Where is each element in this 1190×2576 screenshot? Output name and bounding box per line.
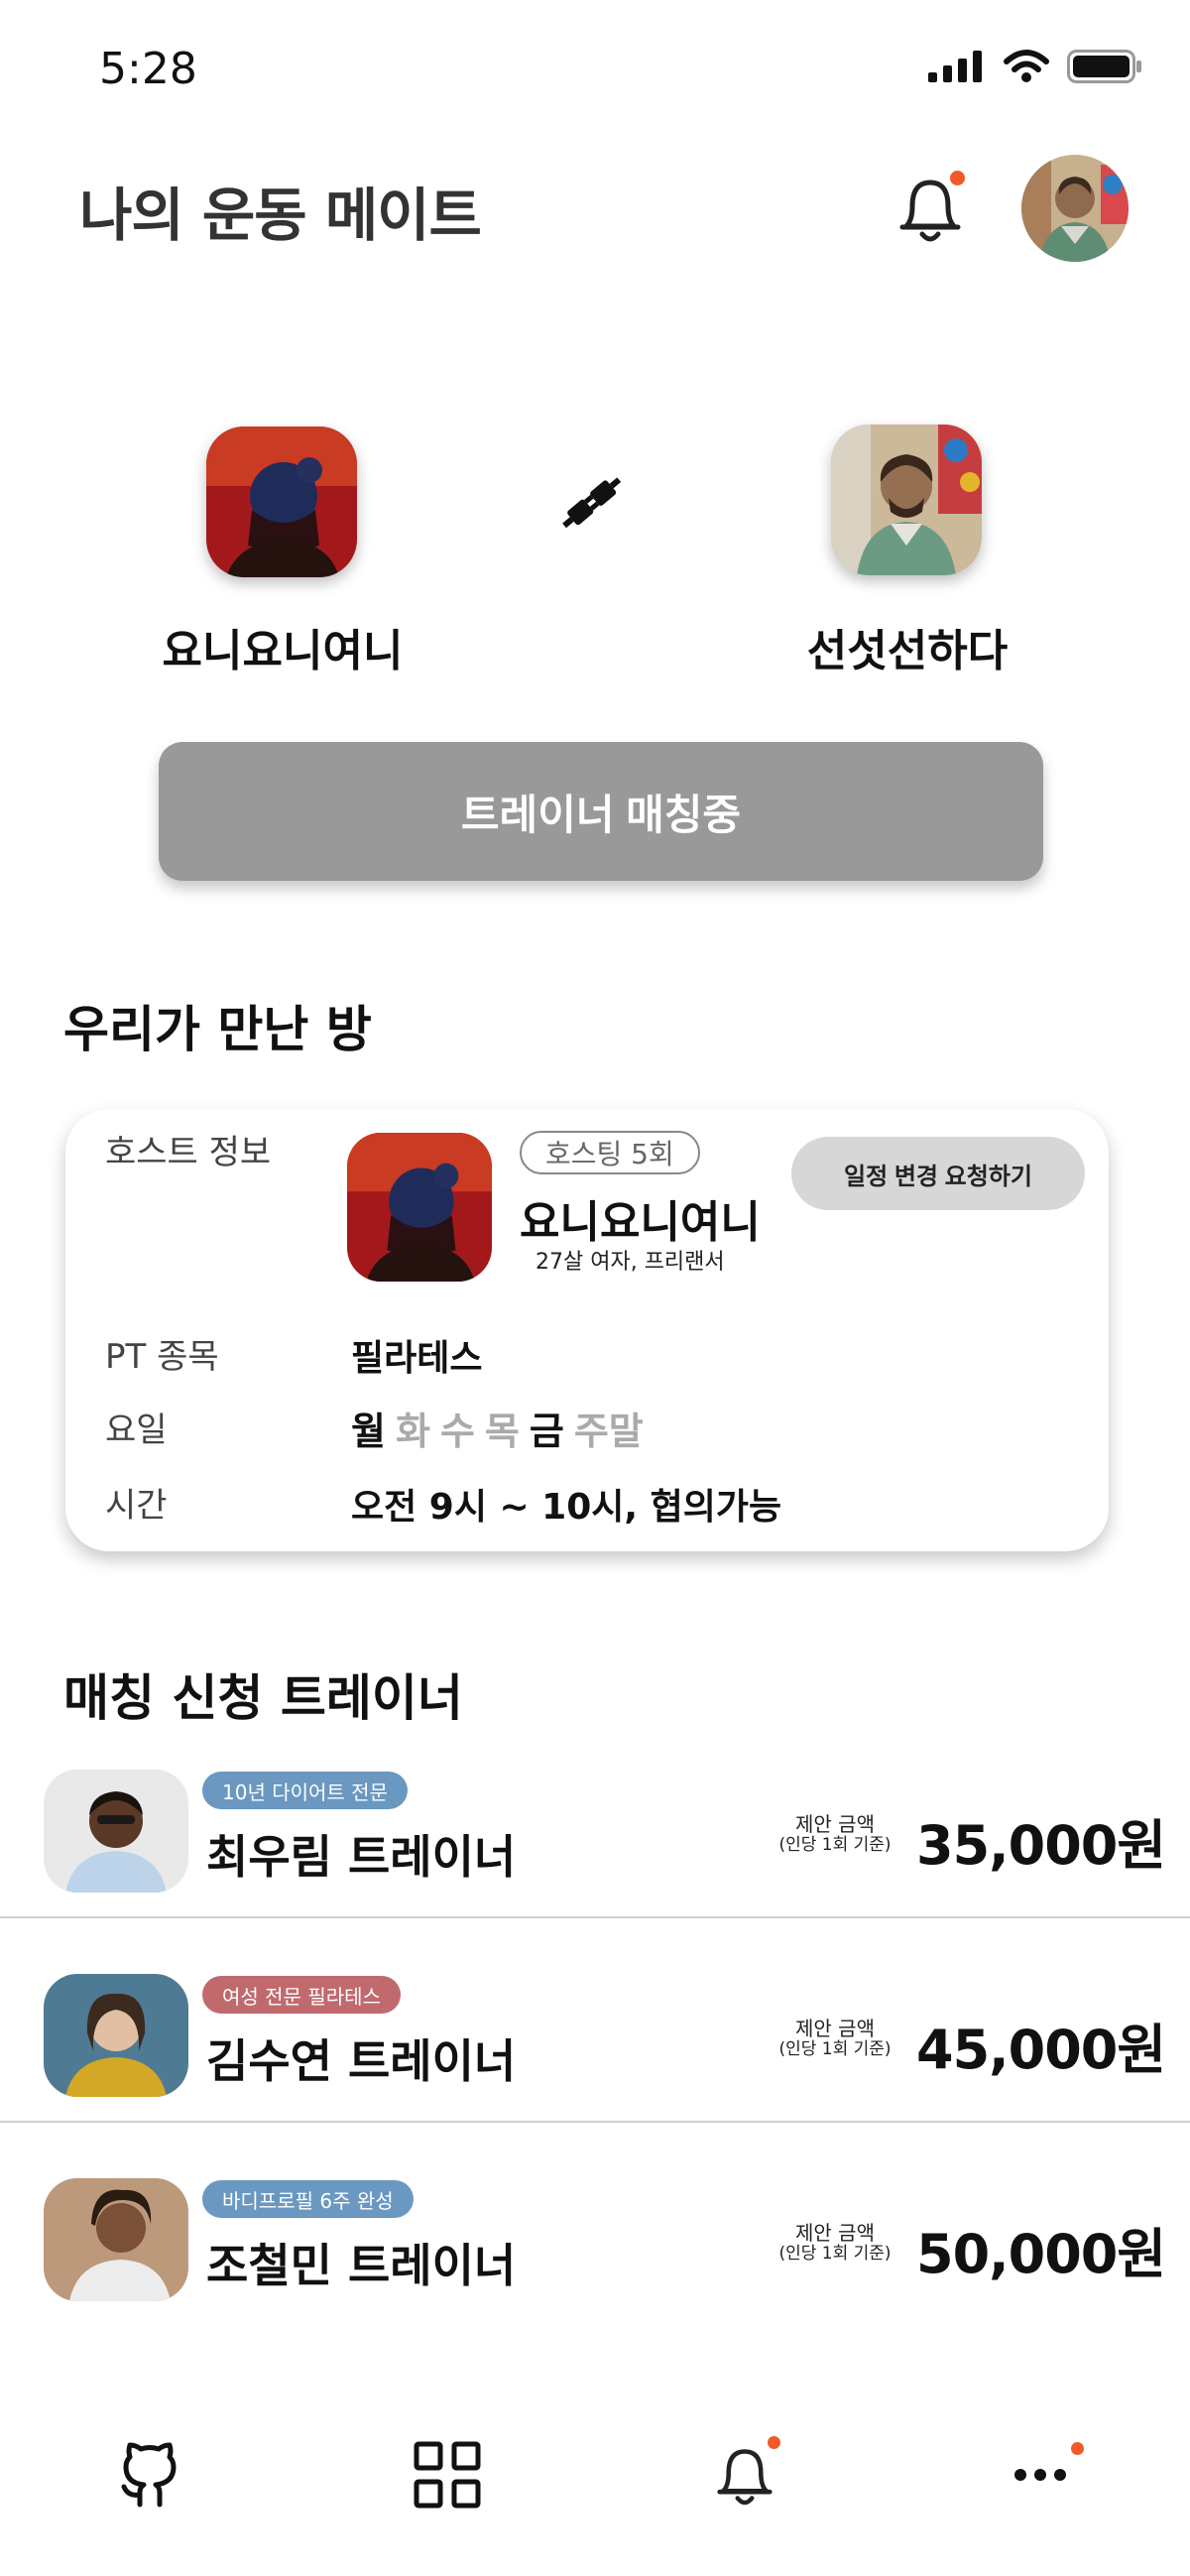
nav-grid[interactable] bbox=[403, 2430, 492, 2519]
notification-dot bbox=[768, 2436, 780, 2449]
day-list: 월 화 수 목 금 주말 bbox=[351, 1401, 654, 1455]
connect-plug-icon bbox=[555, 466, 627, 538]
pt-type-value: 필라테스 bbox=[351, 1338, 483, 1379]
notification-dot bbox=[950, 171, 965, 185]
trainer-name: 조철민 트레이너 bbox=[206, 2239, 517, 2292]
offer-label-text: 제안 금액 bbox=[795, 1812, 875, 1836]
host-details: 27살 여자, 프리랜서 bbox=[536, 1250, 725, 1275]
notification-dot bbox=[1071, 2442, 1084, 2455]
day-wed: 수 bbox=[439, 1410, 475, 1453]
day-label: 요일 bbox=[105, 1411, 168, 1450]
notification-button[interactable] bbox=[892, 167, 968, 250]
left-user-name: 요니요니여니 bbox=[162, 626, 404, 676]
trainer-photo bbox=[44, 1770, 188, 1893]
more-icon bbox=[1014, 2469, 1066, 2481]
battery-icon bbox=[1067, 50, 1141, 83]
offer-label: 제안 금액 (인당 1회 기준) bbox=[774, 2222, 896, 2265]
host-name: 요니요니여니 bbox=[520, 1197, 761, 1248]
trainer-price: 50,000원 bbox=[916, 2223, 1166, 2285]
status-time: 5:28 bbox=[99, 44, 197, 94]
trainer-photo bbox=[44, 1974, 188, 2097]
offer-note-text: (인당 1회 기준) bbox=[778, 1835, 892, 1855]
day-thu: 목 bbox=[484, 1410, 520, 1453]
signal-icon bbox=[928, 51, 982, 82]
user-left-photo bbox=[206, 427, 357, 577]
nav-more[interactable] bbox=[996, 2430, 1085, 2519]
trainer-row[interactable]: 바디프로필 6주 완성 조철민 트레이너 제안 금액 (인당 1회 기준) 50… bbox=[0, 2123, 1190, 2321]
host-info-label: 호스트 정보 bbox=[105, 1133, 272, 1172]
nav-notifications[interactable] bbox=[700, 2430, 789, 2519]
offer-note-text: (인당 1회 기준) bbox=[778, 2039, 892, 2059]
bell-icon bbox=[717, 2449, 773, 2506]
trainer-price: 45,000원 bbox=[916, 2019, 1166, 2081]
trainer-badge: 10년 다이어트 전문 bbox=[202, 1772, 408, 1809]
room-section-title: 우리가 만난 방 bbox=[63, 1001, 372, 1058]
day-tue: 화 bbox=[395, 1410, 430, 1453]
trainer-badge: 바디프로필 6주 완성 bbox=[202, 2180, 414, 2218]
day-weekend: 주말 bbox=[573, 1410, 644, 1453]
nav-github[interactable] bbox=[105, 2430, 194, 2519]
github-icon bbox=[121, 2442, 177, 2508]
time-label: 시간 bbox=[105, 1486, 168, 1526]
trainer-badge: 여성 전문 필라테스 bbox=[202, 1976, 401, 2014]
offer-label-text: 제안 금액 bbox=[795, 2221, 875, 2245]
user-right-photo bbox=[831, 425, 982, 575]
trainer-photo bbox=[44, 2178, 188, 2301]
day-mon: 월 bbox=[351, 1410, 386, 1453]
day-fri: 금 bbox=[529, 1410, 564, 1453]
offer-label: 제안 금액 (인당 1회 기준) bbox=[774, 1813, 896, 1856]
offer-label-text: 제안 금액 bbox=[795, 2017, 875, 2040]
trainer-row[interactable]: 10년 다이어트 전문 최우림 트레이너 제안 금액 (인당 1회 기준) 35… bbox=[0, 1714, 1190, 1918]
trainer-name: 김수연 트레이너 bbox=[206, 2034, 517, 2088]
trainer-matching-button[interactable]: 트레이너 매칭중 bbox=[159, 742, 1043, 881]
grid-icon bbox=[414, 2441, 481, 2509]
pt-type-label: PT 종목 bbox=[105, 1337, 219, 1377]
hosting-count-badge: 호스팅 5회 bbox=[520, 1131, 700, 1174]
host-photo bbox=[347, 1133, 492, 1282]
right-user-name: 선섯선하다 bbox=[806, 626, 1009, 676]
page-title: 나의 운동 메이트 bbox=[79, 182, 482, 249]
time-value: 오전 9시 ~ 10시, 협의가능 bbox=[351, 1487, 782, 1528]
status-icons bbox=[928, 50, 1142, 83]
trainer-name: 최우림 트레이너 bbox=[206, 1830, 517, 1884]
profile-avatar[interactable] bbox=[1021, 155, 1129, 262]
offer-note-text: (인당 1회 기준) bbox=[778, 2244, 892, 2264]
offer-label: 제안 금액 (인당 1회 기준) bbox=[774, 2018, 896, 2060]
trainer-row[interactable]: 여성 전문 필라테스 김수연 트레이너 제안 금액 (인당 1회 기준) 45,… bbox=[0, 1918, 1190, 2123]
wifi-icon bbox=[1004, 50, 1049, 82]
schedule-change-button[interactable]: 일정 변경 요청하기 bbox=[791, 1137, 1085, 1210]
trainer-price: 35,000원 bbox=[916, 1814, 1166, 1877]
